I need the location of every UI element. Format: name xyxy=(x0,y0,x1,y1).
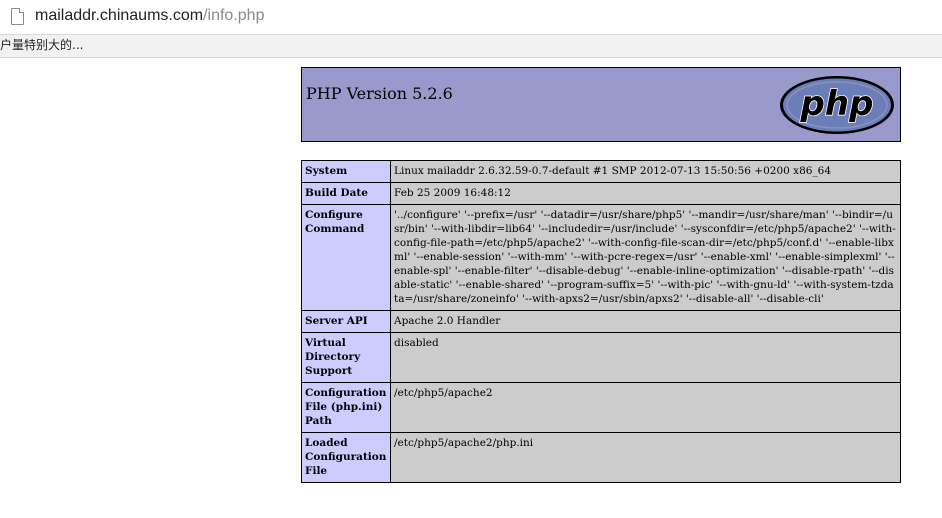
row-value: disabled xyxy=(390,332,901,383)
row-key: Loaded Configuration File xyxy=(301,432,391,483)
table-row: System Linux mailaddr 2.6.32.59-0.7-defau… xyxy=(301,160,901,183)
row-key: Configure Command xyxy=(301,204,391,311)
row-value: /etc/php5/apache2/php.ini xyxy=(390,432,901,483)
table-row: Loaded Configuration File/etc/php5/apach… xyxy=(301,432,901,483)
row-key: System xyxy=(301,160,391,183)
page-icon xyxy=(11,8,24,25)
php-logo-text: php xyxy=(800,84,874,124)
table-row: Build Date Feb 25 2009 16:48:12 xyxy=(301,182,901,205)
url-path: /info.php xyxy=(203,7,265,24)
table-row: Server API Apache 2.0 Handler xyxy=(301,310,901,333)
php-version-header: PHP Version 5.2.6 php xyxy=(301,67,901,142)
url-text[interactable]: mailaddr.chinaums.com/info.php xyxy=(35,6,264,26)
row-value: Apache 2.0 Handler xyxy=(390,310,901,333)
row-key: Build Date xyxy=(301,182,391,205)
row-key: Configuration File (php.ini) Path xyxy=(301,382,391,433)
table-row: Configure Command '../configure' '--prefi… xyxy=(301,204,901,311)
row-value: /etc/php5/apache2 xyxy=(390,382,901,433)
notice-text: 户量特别大的... xyxy=(0,38,84,52)
row-value: Linux mailaddr 2.6.32.59-0.7-default #1 … xyxy=(390,160,901,183)
notice-bar: 户量特别大的... xyxy=(0,35,942,58)
address-bar[interactable]: mailaddr.chinaums.com/info.php xyxy=(0,0,942,35)
table-row: Configuration File (php.ini) Path/etc/ph… xyxy=(301,382,901,433)
row-key: Server API xyxy=(301,310,391,333)
table-row: Virtual Directory Support disabled xyxy=(301,332,901,383)
row-value: '../configure' '--prefix=/usr' '--datadi… xyxy=(390,204,901,311)
row-value: Feb 25 2009 16:48:12 xyxy=(390,182,901,205)
row-key: Virtual Directory Support xyxy=(301,332,391,383)
php-info-table: System Linux mailaddr 2.6.32.59-0.7-defau… xyxy=(301,160,901,483)
page-title: PHP Version 5.2.6 xyxy=(306,84,453,103)
php-logo-icon[interactable]: php xyxy=(778,74,896,136)
url-host: mailaddr.chinaums.com xyxy=(35,7,204,24)
